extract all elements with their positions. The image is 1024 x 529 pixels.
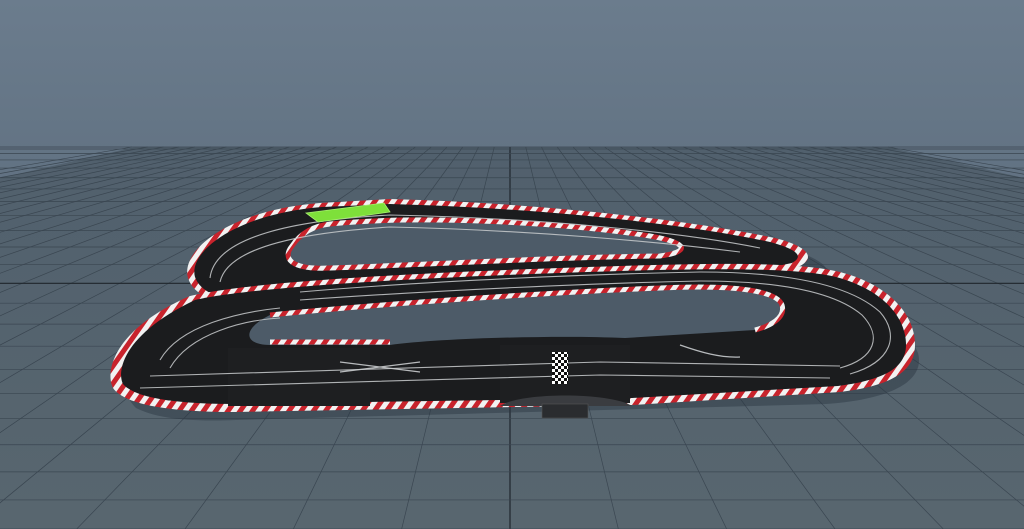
slot-car-track-render (0, 0, 1024, 529)
3d-viewport[interactable] (0, 0, 1024, 529)
start-finish-line (552, 352, 568, 384)
base-plate-left (228, 348, 370, 406)
lap-counter (541, 403, 589, 419)
